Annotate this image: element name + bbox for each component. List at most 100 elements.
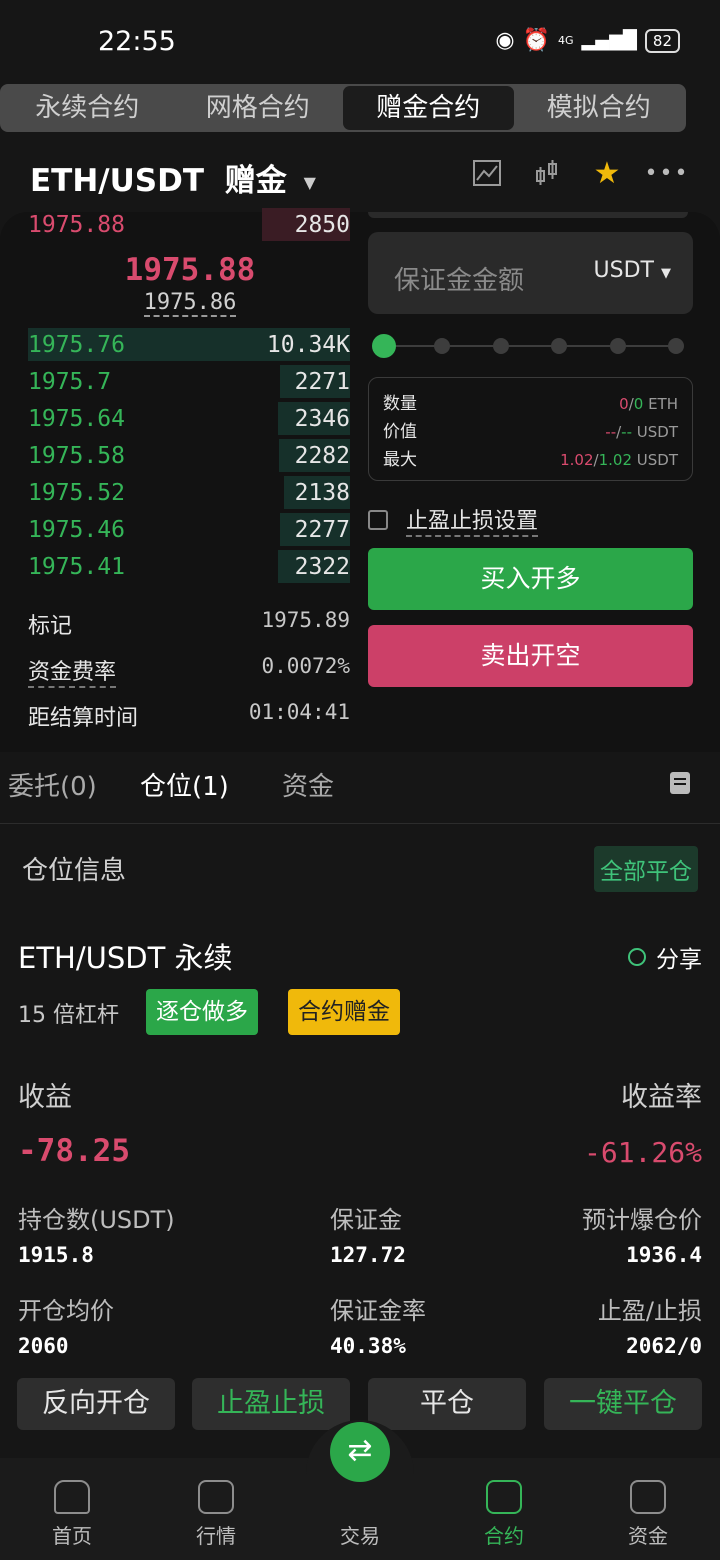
list-icon[interactable] xyxy=(670,772,690,794)
size-value: 1915.8 xyxy=(18,1243,94,1267)
index-price[interactable]: 1975.86 xyxy=(0,290,380,317)
pnl-rate-value: -61.26% xyxy=(583,1136,702,1169)
size-label: 持仓数(USDT) xyxy=(18,1206,175,1234)
tab-grid[interactable]: 网格合约 xyxy=(173,86,344,130)
nav-market[interactable]: 行情 xyxy=(144,1458,288,1549)
bid-qty: 2277 xyxy=(294,516,350,543)
bid-price: 1975.76 xyxy=(28,331,125,358)
slider-step[interactable] xyxy=(493,338,509,354)
margin-amount-input[interactable]: 保证金金额 USDT ▼ xyxy=(368,232,693,314)
nav-assets[interactable]: 资金 xyxy=(576,1458,720,1549)
star-icon[interactable]: ★ xyxy=(592,156,622,191)
bid-row[interactable]: 1975.58 2282 xyxy=(28,437,350,474)
slider-step[interactable] xyxy=(434,338,450,354)
close-all-button[interactable]: 全部平仓 xyxy=(594,846,698,892)
bid-price: 1975.7 xyxy=(28,368,112,395)
unit-selector[interactable]: USDT ▼ xyxy=(594,258,671,283)
last-price: 1975.88 xyxy=(124,252,256,288)
close-position-button[interactable]: 平仓 xyxy=(368,1378,526,1430)
clock: 22:55 xyxy=(98,26,176,57)
more-icon[interactable]: ••• xyxy=(645,158,688,188)
settlement-countdown: 01:04:41 xyxy=(248,700,350,724)
bid-row[interactable]: 1975.76 10.34K xyxy=(28,326,350,363)
bid-row[interactable]: 1975.52 2138 xyxy=(28,474,350,511)
max-label: 最大 xyxy=(383,450,417,470)
ask-price: 1975.88 xyxy=(28,211,125,238)
one-click-close-button[interactable]: 一键平仓 xyxy=(544,1378,702,1430)
bid-row[interactable]: 1975.7 2271 xyxy=(28,363,350,400)
tab-demo[interactable]: 模拟合约 xyxy=(514,86,685,130)
network-label: 4G xyxy=(558,34,574,47)
candlestick-icon[interactable] xyxy=(532,158,562,188)
margin-label: 保证金 xyxy=(330,1206,402,1234)
status-bar: 22:55 ◉ ⏰ 4G ▂▄▆█ 82 xyxy=(0,0,720,84)
funding-rate-row[interactable]: 资金费率 0.0072% xyxy=(28,654,350,688)
funding-label: 资金费率 xyxy=(28,654,117,688)
pair-name: ETH/USDT xyxy=(30,163,204,199)
bid-qty: 2138 xyxy=(294,479,350,506)
entry-price-label: 开仓均价 xyxy=(18,1297,114,1325)
nav-home-label: 首页 xyxy=(52,1524,92,1548)
tpsl-label: 止盈止损设置 xyxy=(406,503,539,537)
tab-positions[interactable]: 仓位(1) xyxy=(140,766,229,803)
qty-value: 0/0 ETH xyxy=(619,395,678,413)
index-price-value: 1975.86 xyxy=(143,290,237,317)
margin-value: 127.72 xyxy=(330,1243,406,1267)
wallet-icon xyxy=(630,1480,666,1514)
bid-row[interactable]: 1975.46 2277 xyxy=(28,511,350,548)
share-label: 分享 xyxy=(656,947,702,973)
liq-price-value: 1936.4 xyxy=(626,1243,702,1267)
mark-value: 1975.89 xyxy=(261,608,350,632)
bid-qty: 2271 xyxy=(294,368,350,395)
caret-down-icon: ▼ xyxy=(661,266,671,281)
tab-orders[interactable]: 委托(0) xyxy=(8,766,97,803)
leverage-label: 15 倍杠杆 xyxy=(18,1003,119,1028)
bid-row[interactable]: 1975.64 2346 xyxy=(28,400,350,437)
pnl-rate-label: 收益率 xyxy=(621,1082,702,1113)
pair-label: 赠金 xyxy=(224,163,287,199)
unit-label: USDT xyxy=(593,258,654,283)
ask-row[interactable]: 1975.88 2850 xyxy=(28,206,350,243)
nav-futures[interactable]: 合约 xyxy=(432,1458,576,1549)
sell-short-button[interactable]: 卖出开空 xyxy=(368,625,693,687)
funding-value: 0.0072% xyxy=(261,654,350,678)
margin-rate-value: 40.38% xyxy=(330,1334,406,1358)
share-button[interactable]: 分享 xyxy=(628,940,702,974)
slider-step[interactable] xyxy=(551,338,567,354)
pair-selector[interactable]: ETH/USDT 赠金 ▼ xyxy=(30,155,316,200)
bid-qty: 10.34K xyxy=(266,331,350,358)
liq-price-label: 预计爆仓价 xyxy=(582,1206,702,1234)
nav-trade-label: 交易 xyxy=(340,1524,380,1548)
bid-price: 1975.52 xyxy=(28,479,125,506)
slider-step[interactable] xyxy=(610,338,626,354)
settlement-label: 距结算时间 xyxy=(28,706,139,731)
slider-handle[interactable] xyxy=(372,334,396,358)
home-icon xyxy=(54,1480,90,1514)
header-actions: ★ ••• xyxy=(472,156,688,191)
buy-long-button[interactable]: 买入开多 xyxy=(368,548,693,610)
tpsl-toggle[interactable]: 止盈止损设置 xyxy=(368,503,539,537)
tab-funds[interactable]: 资金 xyxy=(282,766,334,803)
slider-step[interactable] xyxy=(668,338,684,354)
nav-home[interactable]: 首页 xyxy=(0,1458,144,1549)
order-info-box: 数量 0/0 ETH 价值 --/-- USDT 最大 1.02/1.02 US… xyxy=(368,377,693,481)
max-row: 最大 1.02/1.02 USDT xyxy=(383,446,678,474)
isolated-long-badge: 逐仓做多 xyxy=(146,989,258,1035)
bid-price: 1975.46 xyxy=(28,516,125,543)
swap-icon[interactable]: ⇄ xyxy=(330,1422,390,1482)
pnl-label: 收益 xyxy=(18,1082,72,1113)
bid-price: 1975.58 xyxy=(28,442,125,469)
bid-row[interactable]: 1975.41 2322 xyxy=(28,548,350,585)
amount-slider[interactable] xyxy=(372,334,684,358)
tpsl-button[interactable]: 止盈止损 xyxy=(192,1378,350,1430)
bid-qty: 2282 xyxy=(294,442,350,469)
reverse-position-button[interactable]: 反向开仓 xyxy=(17,1378,175,1430)
chart-icon[interactable] xyxy=(472,158,502,188)
tpsl-checkbox[interactable] xyxy=(368,510,388,530)
tab-bonus[interactable]: 赠金合约 xyxy=(343,86,514,130)
tpsl-summary-value: 2062/0 xyxy=(626,1334,702,1358)
bid-price: 1975.64 xyxy=(28,405,125,432)
tab-perpetual[interactable]: 永续合约 xyxy=(2,86,173,130)
ask-qty: 2850 xyxy=(294,211,350,238)
battery-icon: 82 xyxy=(644,28,680,53)
